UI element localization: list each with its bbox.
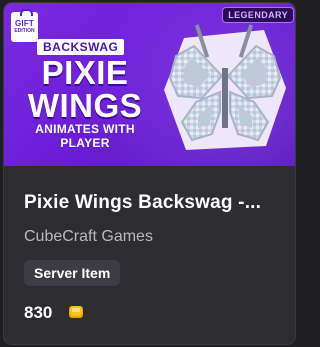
thumbnail-subtitle-line1: ANIMATES WITH (35, 122, 135, 136)
pixie-wings-image (164, 24, 286, 150)
thumbnail-title-line2: WINGS (27, 87, 143, 124)
thumbnail-subtitle: ANIMATES WITH PLAYER (18, 122, 152, 150)
server-item-badge: Server Item (24, 260, 121, 286)
item-title[interactable]: Pixie Wings Backswag -... (24, 192, 261, 214)
item-developer[interactable]: CubeCraft Games (24, 228, 153, 246)
gift-edition-badge: GIFT EDITION (11, 9, 38, 42)
category-tag: BACKSWAG (37, 39, 125, 55)
gift-badge-line2: EDITION (14, 28, 35, 34)
thumbnail-title-line1: PIXIE (41, 54, 129, 91)
gift-badge-line1: GIFT (14, 19, 35, 28)
gift-icon (20, 9, 33, 16)
marketplace-item-card[interactable]: GIFT EDITION LEGENDARY BACKSWAG PIXIE WI… (4, 3, 295, 344)
thumbnail-subtitle-line2: PLAYER (60, 136, 110, 150)
item-price: 830 (24, 303, 53, 322)
item-thumbnail[interactable]: GIFT EDITION LEGENDARY BACKSWAG PIXIE WI… (4, 3, 295, 166)
coin-icon (69, 306, 83, 318)
